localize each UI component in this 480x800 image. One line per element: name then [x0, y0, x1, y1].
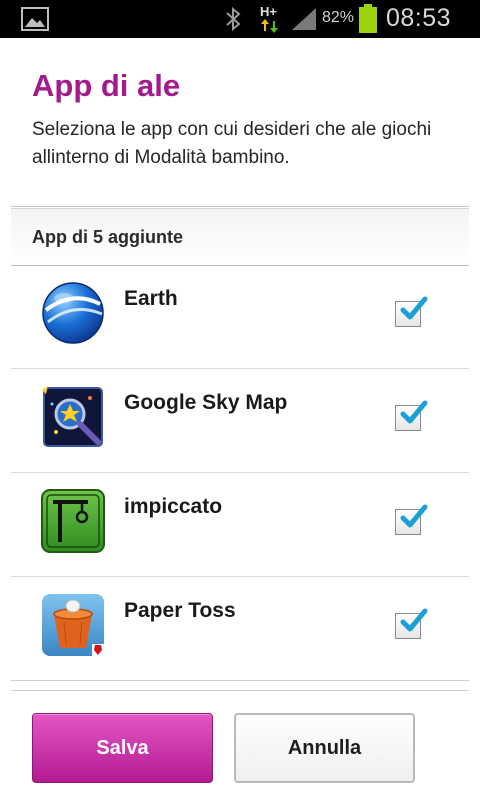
bluetooth-icon	[226, 6, 241, 32]
app-name: Earth	[124, 287, 178, 310]
checkmark-icon	[400, 504, 428, 528]
checkmark-icon	[400, 400, 428, 424]
gallery-icon	[21, 7, 49, 31]
section-header: App di 5 aggiunte	[11, 208, 469, 266]
clock: 08:53	[386, 4, 452, 32]
app-row-impiccato[interactable]: impiccato	[11, 473, 469, 577]
divider	[11, 690, 469, 691]
app-row-earth[interactable]: Earth	[11, 265, 469, 369]
battery-percent: 82%	[322, 9, 355, 26]
app-row-google-sky-map[interactable]: Google Sky Map	[11, 369, 469, 473]
page-description: Seleziona le app con cui desideri che al…	[32, 119, 432, 168]
divider	[11, 206, 469, 207]
checkmark-icon	[400, 296, 428, 320]
app-checkbox[interactable]	[395, 504, 428, 535]
app-checkbox[interactable]	[395, 296, 428, 327]
app-checkbox[interactable]	[395, 400, 428, 431]
hangman-icon	[41, 489, 105, 553]
paper-toss-icon	[42, 594, 104, 656]
app-name: Paper Toss	[124, 599, 236, 622]
app-list: Earth Google Sky Map impiccato Paper Tos…	[11, 265, 469, 680]
network-label: H+	[260, 4, 277, 19]
save-button[interactable]: Salva	[32, 713, 213, 783]
hplus-data-icon: H+	[258, 4, 282, 34]
status-bar: H+ 82% 08:53	[0, 0, 480, 38]
battery-icon	[359, 4, 377, 33]
page-title: App di ale	[32, 68, 181, 103]
sky-map-icon	[42, 386, 103, 447]
checkmark-icon	[400, 608, 428, 632]
app-name: impiccato	[124, 495, 223, 518]
app-name: Google Sky Map	[124, 391, 288, 414]
app-checkbox[interactable]	[395, 608, 428, 639]
earth-icon	[42, 282, 104, 344]
divider	[11, 680, 469, 681]
cancel-button[interactable]: Annulla	[234, 713, 415, 783]
section-header-label: App di 5 aggiunte	[32, 227, 183, 247]
signal-icon	[292, 8, 316, 30]
app-row-paper-toss[interactable]: Paper Toss	[11, 577, 469, 680]
